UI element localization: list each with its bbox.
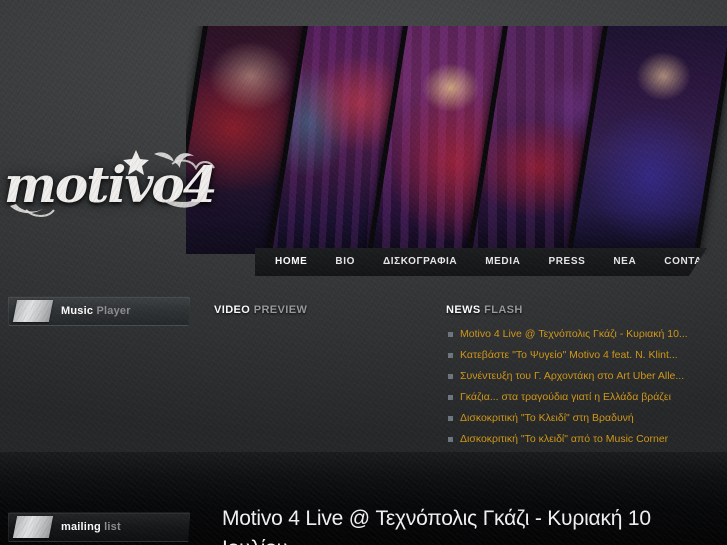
mailing-list-wrap: mailing list <box>0 512 200 542</box>
video-preview-heading-dim: PREVIEW <box>253 304 308 316</box>
featured-section: mailing list Motivo 4 Live @ Τεχνόπολις … <box>0 452 727 545</box>
site-logo-text: motivo4 <box>4 155 218 214</box>
mailing-list-panel[interactable]: mailing list <box>8 512 190 542</box>
news-item[interactable]: Motivo 4 Live @ Τεχνόπολις Γκάζι - Κυρια… <box>446 328 708 341</box>
news-item[interactable]: Δισκοκριτική "Το κλειδί" από το Music Co… <box>446 433 708 446</box>
news-item[interactable]: Συνέντευξη του Γ. Αρχοντάκη στο Art Uber… <box>446 370 708 383</box>
music-player-label-dim: Player <box>96 305 131 317</box>
nav-item-media[interactable]: MEDIA <box>485 249 520 275</box>
featured-headline[interactable]: Motivo 4 Live @ Τεχνόπολις Γκάζι - Κυρια… <box>222 504 712 545</box>
music-player-label-strong: Music <box>61 305 94 317</box>
news-flash-heading-strong: NEWS <box>446 304 481 316</box>
mailing-list-label-strong: mailing <box>61 521 101 533</box>
music-player-label: Music Player <box>61 297 131 325</box>
hero-banner <box>186 26 727 254</box>
news-item[interactable]: Δισκοκριτική "Το Κλειδί" στη Βραδυνή <box>446 412 708 425</box>
page-root: motivo4 HOME BIO ΔΙΣΚΟΓΡΑΦΙΑ MEDIA PRESS… <box>0 0 727 545</box>
main-navigation-list: HOME BIO ΔΙΣΚΟΓΡΑΦΙΑ MEDIA PRESS NEA CON… <box>255 248 707 276</box>
nav-item-diskografia[interactable]: ΔΙΣΚΟΓΡΑΦΙΑ <box>383 249 457 275</box>
main-navigation: HOME BIO ΔΙΣΚΟΓΡΑΦΙΑ MEDIA PRESS NEA CON… <box>255 248 707 276</box>
nav-item-home[interactable]: HOME <box>275 249 307 275</box>
news-item[interactable]: Κατεβάστε "Το Ψυγείο" Motivo 4 feat. N. … <box>446 349 708 362</box>
nav-item-bio[interactable]: BIO <box>335 249 355 275</box>
site-header: motivo4 HOME BIO ΔΙΣΚΟΓΡΑΦΙΑ MEDIA PRESS… <box>0 0 727 276</box>
news-flash-list: Motivo 4 Live @ Τεχνόπολις Γκάζι - Κυρια… <box>446 328 708 454</box>
site-logo[interactable]: motivo4 <box>4 148 228 222</box>
music-player-tab-icon <box>12 300 54 322</box>
news-flash-heading-dim: FLASH <box>484 304 523 316</box>
main-content: Music Player VIDEO PREVIEW NEWS FLASH Mo… <box>0 282 727 462</box>
mailing-list-label-dim: list <box>104 521 121 533</box>
nav-item-press[interactable]: PRESS <box>548 249 585 275</box>
music-player-panel[interactable]: Music Player <box>8 296 190 326</box>
video-preview-heading: VIDEO PREVIEW <box>214 304 307 316</box>
news-item[interactable]: Γκάζια... στα τραγούδια γιατί η Ελλάδα β… <box>446 391 708 404</box>
mailing-list-label: mailing list <box>61 513 121 541</box>
mailing-list-tab-icon <box>12 516 54 538</box>
video-preview-heading-strong: VIDEO <box>214 304 251 316</box>
news-flash-heading: NEWS FLASH <box>446 304 523 316</box>
nav-item-nea[interactable]: NEA <box>613 249 636 275</box>
